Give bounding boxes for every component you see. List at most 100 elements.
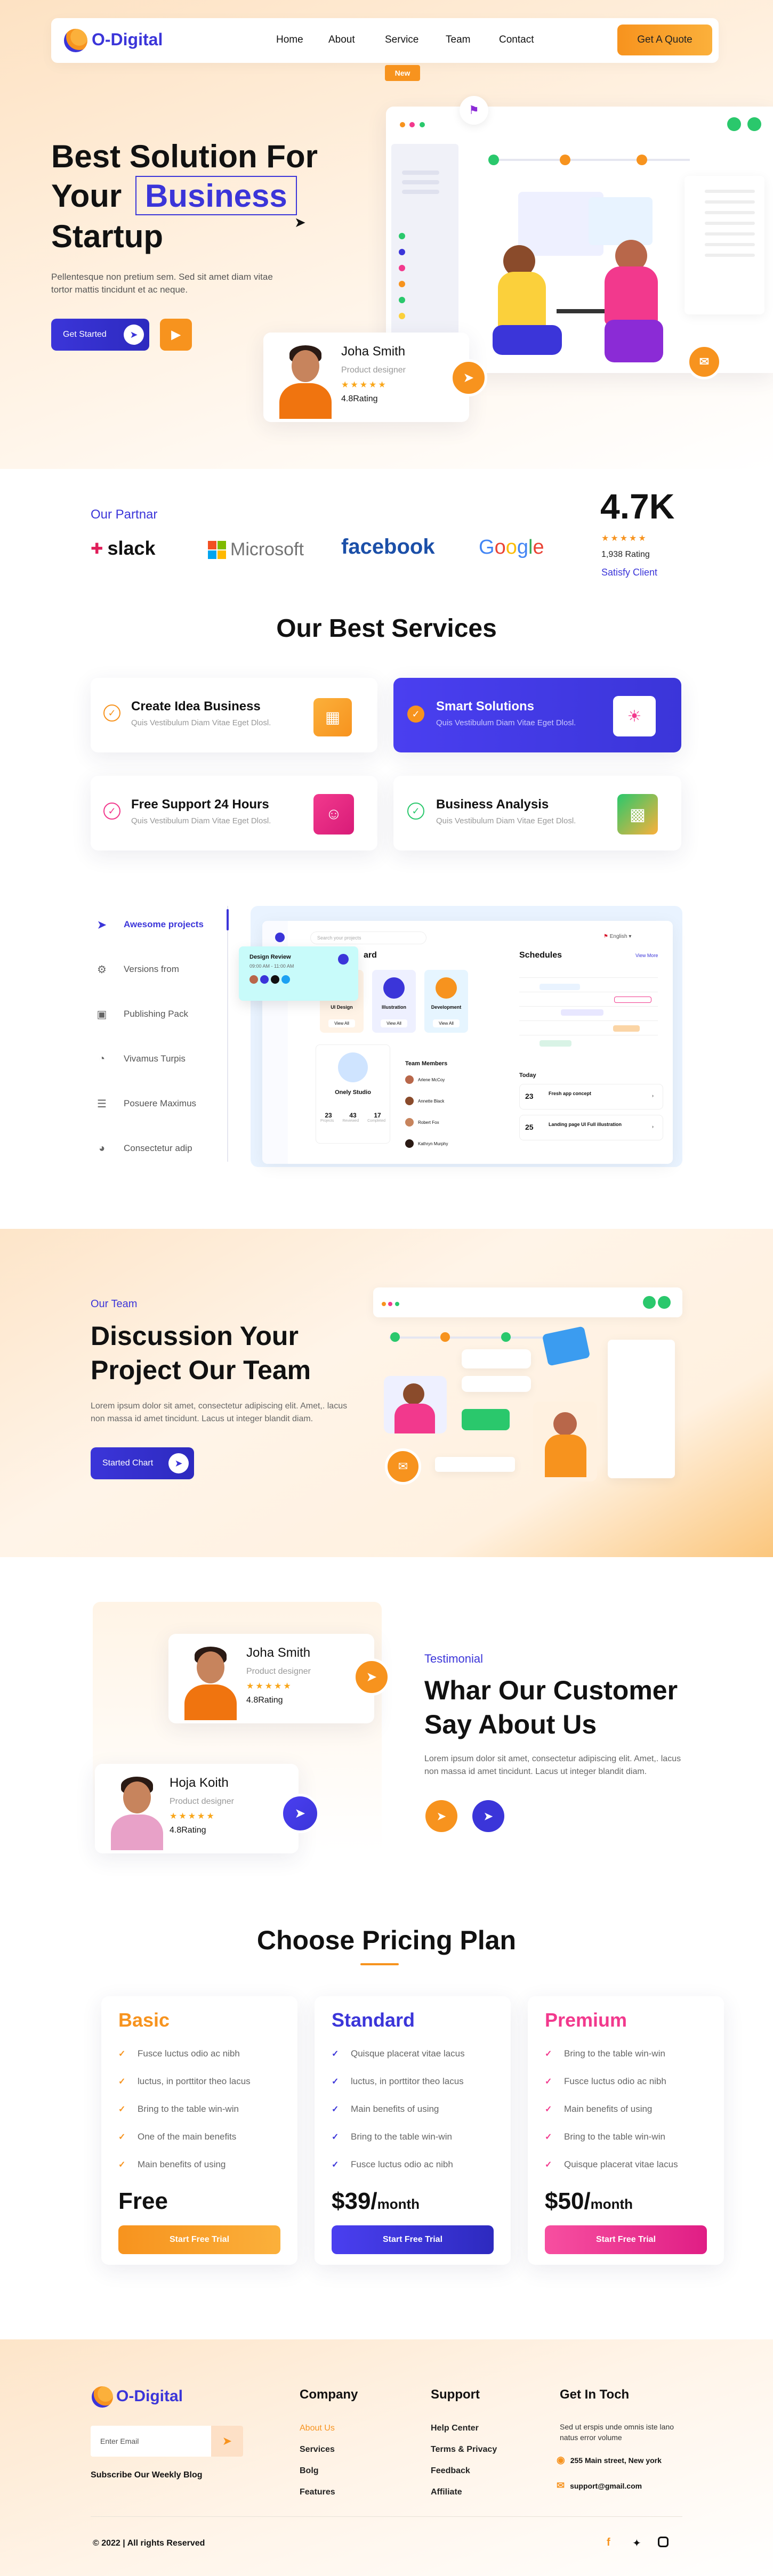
testimonial-rating: 4.8Rating bbox=[170, 1826, 206, 1835]
check-icon: ✓ bbox=[118, 2105, 126, 2114]
submit-arrow-button[interactable]: ➤ bbox=[211, 2426, 243, 2457]
testimonial-desc-1: Lorem ipsum dolor sit amet, consectetur … bbox=[424, 1754, 681, 1763]
sidebar-item-vivamus[interactable]: ◔ Vivamus Turpis bbox=[95, 1052, 186, 1066]
get-started-button[interactable]: Get Started ➤ bbox=[51, 319, 149, 351]
footer-company-links: About Us Services Bolg Features bbox=[300, 2424, 335, 2509]
slack-logo: ✚ slack bbox=[91, 537, 156, 559]
team-person-1 bbox=[384, 1376, 447, 1433]
footer-link-feedback[interactable]: Feedback bbox=[431, 2466, 497, 2476]
start-trial-button[interactable]: Start Free Trial bbox=[332, 2225, 494, 2254]
profile-role: Product designer bbox=[341, 366, 406, 375]
footer-link-affiliate[interactable]: Affiliate bbox=[431, 2488, 497, 2497]
service-card-idea[interactable]: ✓ Create Idea Business Quis Vestibulum D… bbox=[91, 678, 377, 752]
service-card-support[interactable]: ✓ Free Support 24 Hours Quis Vestibulum … bbox=[91, 776, 377, 850]
profile-name: Joha Smith bbox=[341, 344, 406, 359]
mail-icon[interactable]: ✉ bbox=[385, 1448, 421, 1485]
start-trial-button[interactable]: Start Free Trial bbox=[545, 2225, 707, 2254]
stat-stars: ★★★★★ bbox=[601, 534, 648, 543]
started-chart-button[interactable]: Started Chart ➤ bbox=[91, 1447, 194, 1479]
team-illustration: ✉ bbox=[373, 1287, 682, 1501]
next-arrow-button[interactable]: ➤ bbox=[472, 1800, 504, 1832]
sidebar-item-versions[interactable]: ⚙ Versions from bbox=[95, 962, 179, 976]
plan-feature: ✓ Main benefits of using bbox=[118, 2159, 226, 2169]
service-sub: Quis Vestibulum Diam Vitae Eget Dlosl. bbox=[131, 718, 271, 727]
nav-link-about[interactable]: About bbox=[328, 34, 355, 46]
next-arrow-button[interactable]: ➤ bbox=[450, 359, 487, 396]
play-video-button[interactable]: ▶ bbox=[160, 319, 192, 351]
next-arrow-button[interactable]: ➤ bbox=[353, 1658, 390, 1696]
testimonial-role: Product designer bbox=[170, 1797, 234, 1806]
member-row[interactable]: Arlene McCoy bbox=[405, 1075, 445, 1084]
footer-logo-icon[interactable] bbox=[92, 2386, 113, 2408]
team-person-2 bbox=[533, 1402, 597, 1481]
design-review-popup[interactable]: Design Review 09:00 AM - 11:00 AM bbox=[239, 946, 358, 1001]
popup-icon bbox=[338, 954, 349, 965]
footer-brand[interactable]: O-Digital bbox=[116, 2387, 183, 2405]
service-card-analysis[interactable]: ✓ Business Analysis Quis Vestibulum Diam… bbox=[393, 776, 681, 850]
prev-arrow-button[interactable]: ➤ bbox=[425, 1800, 457, 1832]
tile-illustration[interactable]: Illustration View All bbox=[372, 970, 416, 1033]
footer-email-input[interactable]: Enter Email ➤ bbox=[91, 2426, 243, 2457]
twitter-icon[interactable]: ✦ bbox=[632, 2537, 641, 2550]
hero-highlight-text: Business bbox=[145, 177, 287, 214]
task-card[interactable]: 25 Landing page UI Full illustration › bbox=[519, 1115, 663, 1140]
check-icon: ✓ bbox=[332, 2077, 339, 2086]
testimonial-desc-2: non massa id amet tincidunt. Lacus ut in… bbox=[424, 1767, 647, 1776]
get-quote-button[interactable]: Get A Quote bbox=[617, 25, 712, 55]
lightbulb-icon: ☀ bbox=[613, 696, 656, 736]
hero-title-highlight: Business bbox=[135, 176, 297, 215]
tile-development[interactable]: Development View All bbox=[424, 970, 468, 1033]
plan-feature: ✓ Quisque placerat vitae lacus bbox=[332, 2048, 465, 2059]
facebook-icon[interactable]: f bbox=[607, 2537, 610, 2549]
service-card-smart[interactable]: ✓ Smart Solutions Quis Vestibulum Diam V… bbox=[393, 678, 681, 752]
testimonial-title-2: Say About Us bbox=[424, 1710, 597, 1739]
service-sub: Quis Vestibulum Diam Vitae Eget Dlosl. bbox=[436, 718, 576, 727]
start-trial-button[interactable]: Start Free Trial bbox=[118, 2225, 280, 2254]
member-row[interactable]: Robert Fox bbox=[405, 1118, 439, 1127]
testimonial-name: Hoja Koith bbox=[170, 1776, 229, 1790]
next-arrow-button[interactable]: ➤ bbox=[280, 1794, 320, 1833]
nav-link-service[interactable]: Service bbox=[385, 34, 418, 46]
partners-label: Our Partnar bbox=[91, 507, 158, 522]
sidebar-item-posuere[interactable]: ☰ Posuere Maximus bbox=[95, 1097, 196, 1111]
footer-email[interactable]: ✉ support@gmail.com bbox=[557, 2480, 642, 2491]
footer-link-features[interactable]: Features bbox=[300, 2488, 335, 2497]
brand-logo-icon[interactable] bbox=[64, 29, 87, 52]
team-desc-2: non massa id amet tincidunt. Lacus ut in… bbox=[91, 1414, 313, 1423]
footer-support-title: Support bbox=[431, 2387, 480, 2402]
schedule-event[interactable] bbox=[613, 1025, 640, 1032]
dashboard-search-input[interactable]: Search your projects bbox=[310, 931, 426, 944]
nav-link-contact[interactable]: Contact bbox=[499, 34, 534, 46]
schedule-event[interactable] bbox=[540, 1040, 571, 1047]
sidebar-item-publishing[interactable]: ▣ Publishing Pack bbox=[95, 1007, 188, 1021]
window-dots bbox=[400, 120, 425, 130]
testimonial-role: Product designer bbox=[246, 1667, 311, 1676]
nav-link-team[interactable]: Team bbox=[446, 34, 470, 46]
plan-feature: ✓ One of the main benefits bbox=[118, 2132, 237, 2142]
footer-link-about[interactable]: About Us bbox=[300, 2424, 335, 2433]
footer-link-bolg[interactable]: Bolg bbox=[300, 2466, 335, 2476]
footer-link-services[interactable]: Services bbox=[300, 2445, 335, 2455]
sidebar-item-awesome[interactable]: ➤ Awesome projects bbox=[95, 918, 204, 931]
schedule-event[interactable] bbox=[540, 984, 580, 990]
highlight-cursor-icon: ➤ bbox=[294, 214, 306, 230]
service-sub: Quis Vestibulum Diam Vitae Eget Dlosl. bbox=[131, 816, 271, 825]
mail-icon[interactable]: ✉ bbox=[687, 344, 722, 379]
nav-link-home[interactable]: Home bbox=[276, 34, 303, 46]
schedule-event[interactable] bbox=[561, 1009, 603, 1016]
view-more-link[interactable]: View More bbox=[635, 953, 658, 958]
schedule-event[interactable] bbox=[614, 997, 651, 1003]
instagram-icon[interactable] bbox=[658, 2537, 669, 2547]
footer-link-terms[interactable]: Terms & Privacy bbox=[431, 2445, 497, 2455]
check-icon: ✓ bbox=[332, 2160, 339, 2169]
brand-name[interactable]: O-Digital bbox=[92, 30, 163, 50]
nav-new-badge: New bbox=[385, 65, 420, 81]
sidebar-item-consectetur[interactable]: ◕ Consectetur adip bbox=[95, 1141, 192, 1155]
member-row[interactable]: Annette Black bbox=[405, 1097, 444, 1105]
member-row[interactable]: Kathryn Murphy bbox=[405, 1139, 448, 1148]
list-icon: ☰ bbox=[97, 1098, 107, 1110]
language-select[interactable]: ⚑ English ▾ bbox=[603, 934, 631, 939]
today-heading: Today bbox=[519, 1072, 536, 1079]
task-card[interactable]: 23 Fresh app concept › bbox=[519, 1084, 663, 1109]
footer-link-help[interactable]: Help Center bbox=[431, 2424, 497, 2433]
